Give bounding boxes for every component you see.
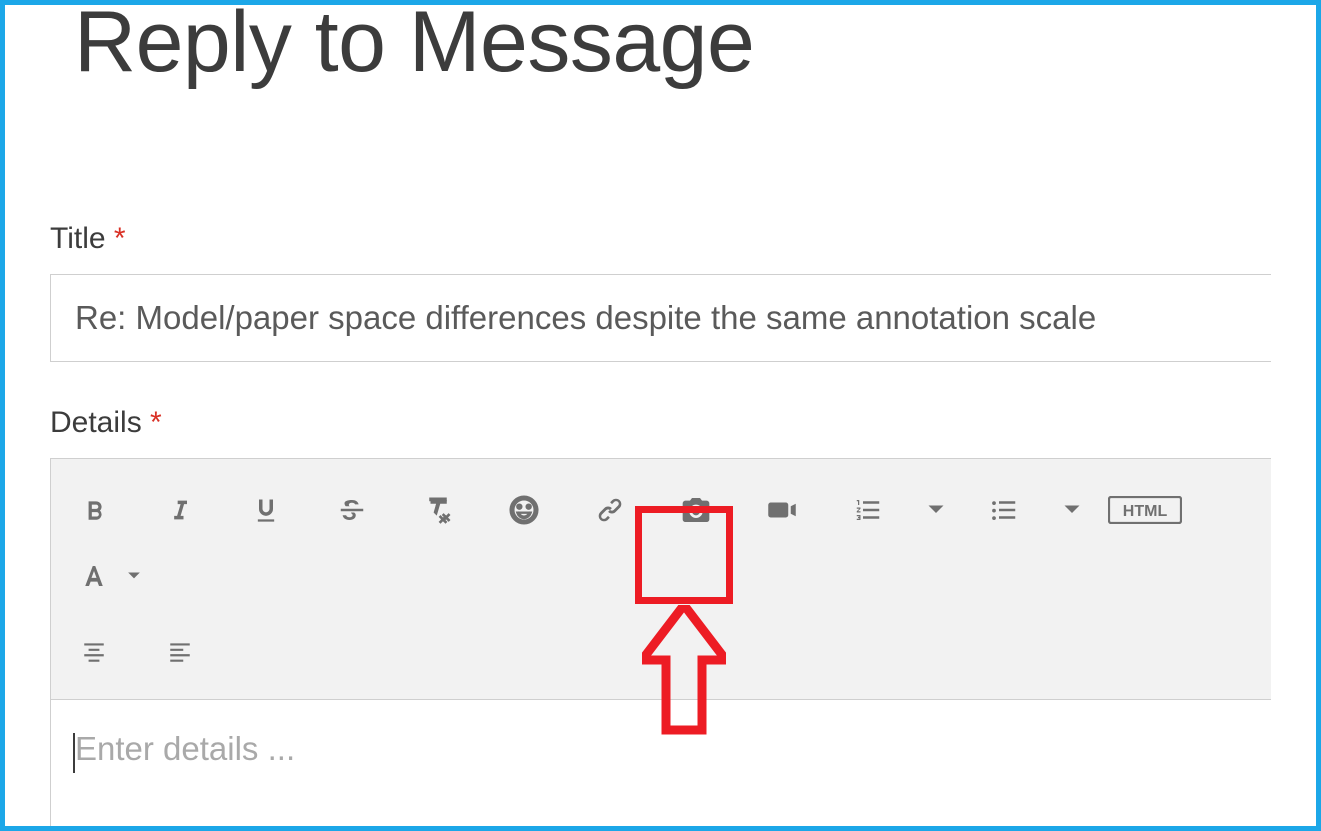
required-mark: * bbox=[114, 222, 126, 255]
unordered-list-icon bbox=[988, 495, 1020, 525]
align-left-button[interactable] bbox=[137, 619, 223, 685]
title-label: Title * bbox=[50, 222, 1271, 256]
unordered-list-button[interactable] bbox=[961, 477, 1047, 543]
ordered-list-button[interactable] bbox=[825, 477, 911, 543]
camera-icon bbox=[678, 494, 714, 526]
font-icon bbox=[79, 561, 109, 591]
bold-button[interactable] bbox=[51, 477, 137, 543]
italic-icon bbox=[166, 495, 194, 525]
clear-format-button[interactable] bbox=[395, 477, 481, 543]
emoji-icon bbox=[508, 494, 540, 526]
italic-button[interactable] bbox=[137, 477, 223, 543]
details-label-text: Details bbox=[50, 406, 142, 439]
editor-toolbar: HTML bbox=[50, 459, 1271, 700]
align-center-button[interactable] bbox=[51, 619, 137, 685]
chevron-down-icon bbox=[1063, 504, 1081, 516]
font-dropdown[interactable] bbox=[119, 543, 149, 609]
chevron-down-icon bbox=[127, 571, 141, 581]
svg-text:HTML: HTML bbox=[1123, 503, 1168, 520]
video-button[interactable] bbox=[739, 477, 825, 543]
video-icon bbox=[764, 495, 800, 525]
camera-button[interactable] bbox=[653, 477, 739, 543]
html-button[interactable]: HTML bbox=[1097, 477, 1193, 543]
ordered-list-icon bbox=[852, 495, 884, 525]
ordered-list-dropdown[interactable] bbox=[911, 477, 961, 543]
html-icon: HTML bbox=[1108, 496, 1182, 524]
required-mark: * bbox=[150, 406, 162, 439]
chevron-down-icon bbox=[927, 504, 945, 516]
link-icon bbox=[594, 494, 626, 526]
title-input[interactable] bbox=[50, 274, 1271, 362]
page-title: Reply to Message bbox=[74, 0, 1271, 92]
details-placeholder-text: Enter details ... bbox=[75, 730, 295, 767]
clear-format-icon bbox=[421, 495, 455, 525]
unordered-list-dropdown[interactable] bbox=[1047, 477, 1097, 543]
strikethrough-button[interactable] bbox=[309, 477, 395, 543]
bold-icon bbox=[81, 494, 107, 526]
details-editor[interactable]: Enter details ... bbox=[50, 700, 1271, 831]
link-button[interactable] bbox=[567, 477, 653, 543]
details-label: Details * bbox=[50, 406, 1271, 440]
editor: HTML Enter detai bbox=[50, 458, 1271, 831]
text-cursor bbox=[73, 733, 75, 773]
align-left-icon bbox=[164, 639, 196, 665]
title-label-text: Title bbox=[50, 222, 106, 255]
details-placeholder: Enter details ... bbox=[75, 730, 1247, 768]
align-center-icon bbox=[78, 639, 110, 665]
underline-button[interactable] bbox=[223, 477, 309, 543]
underline-icon bbox=[252, 494, 280, 526]
strikethrough-icon bbox=[336, 495, 368, 525]
emoji-button[interactable] bbox=[481, 477, 567, 543]
